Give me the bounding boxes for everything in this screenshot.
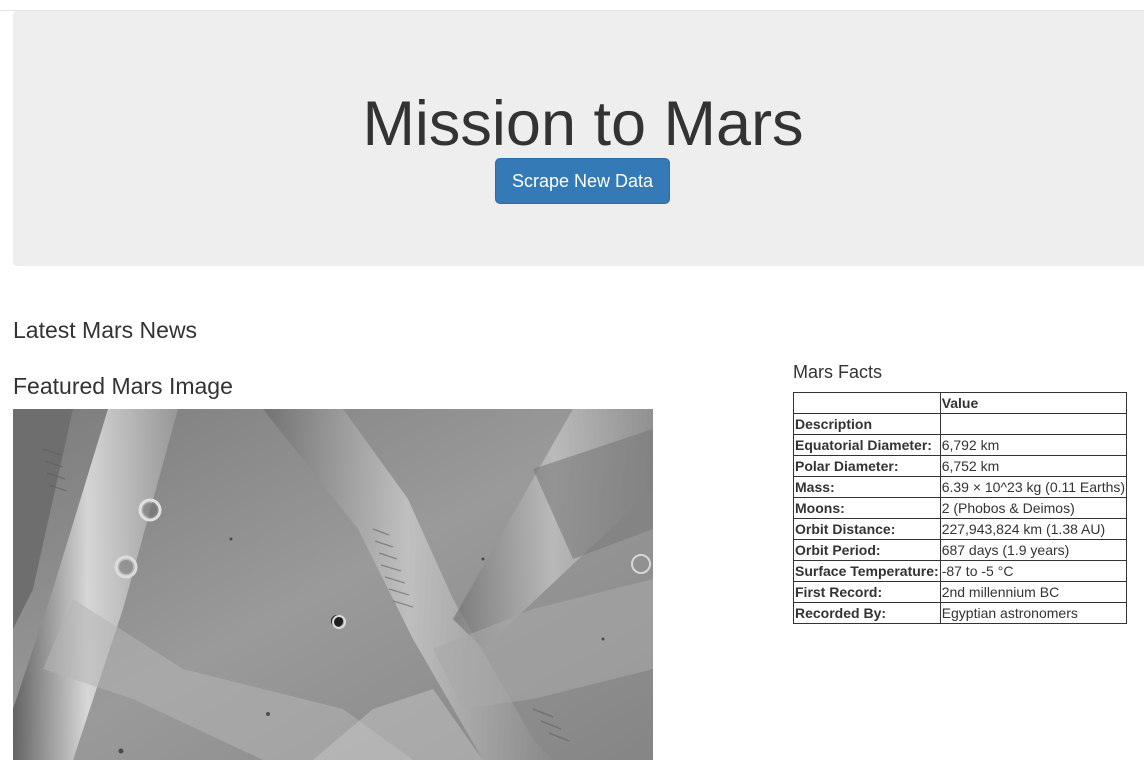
- table-header-cell: Value: [939, 392, 1128, 414]
- table-header-row: Value: [793, 392, 1128, 414]
- fact-value: [939, 413, 1128, 435]
- page-title: Mission to Mars: [362, 89, 804, 159]
- fact-label: Polar Diameter:: [793, 455, 941, 477]
- fact-label: Surface Temperature:: [793, 560, 941, 582]
- table-row: Mass: 6.39 × 10^23 kg (0.11 Earths): [793, 476, 1128, 498]
- table-row: Moons: 2 (Phobos & Deimos): [793, 497, 1128, 519]
- fact-label: Orbit Period:: [793, 539, 941, 561]
- table-row: Orbit Distance: 227,943,824 km (1.38 AU): [793, 518, 1128, 540]
- fact-label: Orbit Distance:: [793, 518, 941, 540]
- table-row: First Record: 2nd millennium BC: [793, 581, 1128, 603]
- table-row: Description: [793, 413, 1128, 435]
- featured-image-heading: Featured Mars Image: [13, 373, 233, 399]
- featured-mars-image: [13, 409, 653, 760]
- header-jumbotron: Mission to Mars Scrape New Data: [13, 11, 1144, 266]
- mars-facts-table: Value Description Equatorial Diameter: 6…: [793, 392, 1128, 624]
- table-row: Orbit Period: 687 days (1.9 years): [793, 539, 1128, 561]
- table-row: Polar Diameter: 6,752 km: [793, 455, 1128, 477]
- top-border: [0, 0, 1144, 11]
- fact-label: Description: [793, 413, 941, 435]
- fact-label: Mass:: [793, 476, 941, 498]
- fact-label: Moons:: [793, 497, 941, 519]
- table-row: Equatorial Diameter: 6,792 km: [793, 434, 1128, 456]
- latest-news-heading: Latest Mars News: [13, 317, 198, 343]
- mars-facts-heading: Mars Facts: [793, 362, 883, 382]
- table-row: Recorded By: Egyptian astronomers: [793, 602, 1128, 624]
- fact-label: Recorded By:: [793, 602, 941, 624]
- scrape-new-data-button[interactable]: Scrape New Data: [495, 158, 670, 204]
- fact-value: 6,792 km: [939, 434, 1128, 456]
- table-row: Surface Temperature: -87 to -5 °C: [793, 560, 1128, 582]
- fact-value: Egyptian astronomers: [939, 602, 1128, 624]
- fact-value: 6.39 × 10^23 kg (0.11 Earths): [939, 476, 1128, 498]
- fact-label: Equatorial Diameter:: [793, 434, 941, 456]
- fact-value: -87 to -5 °C: [939, 560, 1128, 582]
- mars-surface-picture: [13, 409, 653, 760]
- fact-value: 227,943,824 km (1.38 AU): [939, 518, 1128, 540]
- fact-value: 2 (Phobos & Deimos): [939, 497, 1128, 519]
- table-header-cell: [793, 392, 941, 414]
- fact-label: First Record:: [793, 581, 941, 603]
- fact-value: 6,752 km: [939, 455, 1128, 477]
- fact-value: 2nd millennium BC: [939, 581, 1128, 603]
- fact-value: 687 days (1.9 years): [939, 539, 1128, 561]
